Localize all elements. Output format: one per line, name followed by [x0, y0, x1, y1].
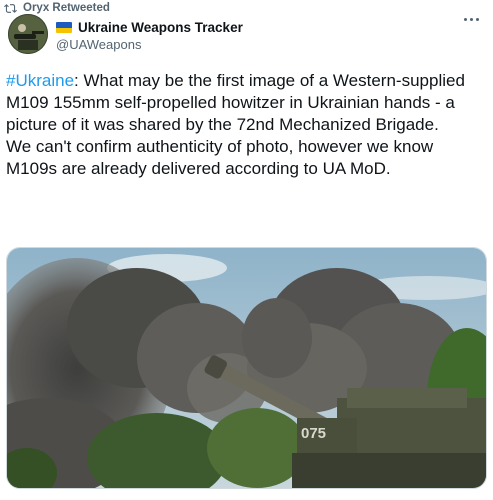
- avatar-image: [8, 14, 48, 54]
- ukraine-flag-icon: [56, 22, 72, 33]
- retweet-header[interactable]: Oryx Retweeted: [0, 0, 110, 16]
- howitzer-photo: 075: [7, 248, 486, 488]
- author-name-row[interactable]: Ukraine Weapons Tracker: [56, 20, 243, 35]
- tweet-photo[interactable]: 075: [6, 247, 487, 489]
- avatar[interactable]: [8, 14, 48, 54]
- more-options-icon[interactable]: [464, 18, 479, 21]
- tweet-text: #Ukraine: What may be the first image of…: [6, 70, 486, 180]
- author-name: Ukraine Weapons Tracker: [78, 20, 243, 35]
- retweet-icon: [4, 3, 17, 13]
- hashtag-link[interactable]: #Ukraine: [6, 71, 74, 90]
- vehicle-number: 075: [301, 425, 326, 442]
- author-handle[interactable]: @UAWeapons: [56, 37, 141, 52]
- retweet-label: Oryx Retweeted: [23, 2, 110, 14]
- tweet-body: : What may be the first image of a Weste…: [6, 71, 465, 178]
